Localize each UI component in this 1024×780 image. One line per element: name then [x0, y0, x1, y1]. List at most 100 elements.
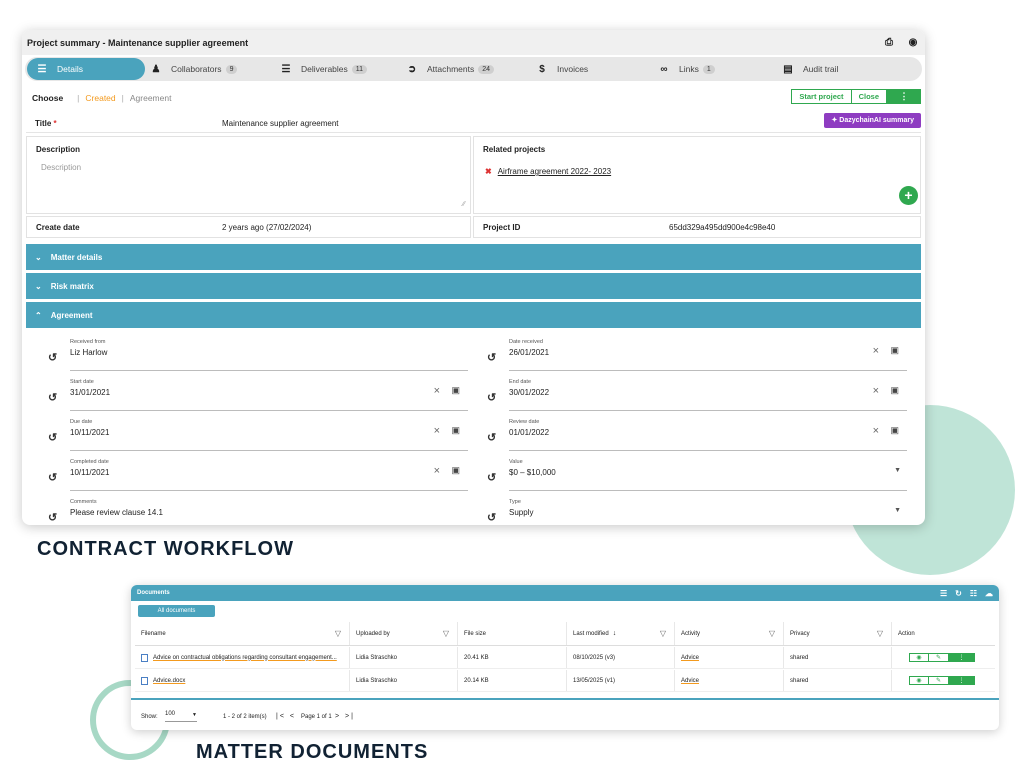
table-row[interactable]: Advice.docx Lidia Straschko 20.14 KB 13/…	[135, 670, 995, 692]
edit-pencil-icon[interactable]: ✎	[929, 676, 949, 685]
clear-icon[interactable]: ×	[434, 385, 440, 397]
calendar-icon[interactable]: ▣	[451, 425, 460, 436]
upload-icon[interactable]: ☁	[985, 589, 993, 598]
field-value[interactable]: Supply	[509, 508, 533, 517]
edit-icon[interactable]: ↺	[487, 511, 499, 524]
end-date-field[interactable]: ↺ End date 30/01/2022 × ▣	[487, 377, 907, 411]
edit-icon[interactable]: ↺	[48, 391, 60, 404]
calendar-icon[interactable]: ▣	[890, 425, 899, 436]
accordion-agreement[interactable]: ⌃ Agreement	[26, 302, 921, 328]
view-icon[interactable]: ◉	[909, 676, 929, 685]
filter-icon[interactable]: ▽	[769, 629, 775, 638]
close-button[interactable]: Close	[851, 89, 887, 104]
filter-icon[interactable]: ▽	[660, 629, 666, 638]
tab-invoices[interactable]: $ Invoices	[527, 58, 649, 80]
calendar-icon[interactable]: ▣	[451, 385, 460, 396]
clear-icon[interactable]: ×	[434, 465, 440, 477]
start-date-field[interactable]: ↺ Start date 31/01/2021 × ▣	[48, 377, 468, 411]
clear-icon[interactable]: ×	[873, 425, 879, 437]
add-related-project-button[interactable]: +	[899, 186, 918, 205]
edit-icon[interactable]: ↺	[487, 431, 499, 444]
field-value[interactable]: 26/01/2021	[509, 348, 549, 357]
edit-icon[interactable]: ↺	[48, 471, 60, 484]
filename-link[interactable]: Advice.docx	[153, 678, 185, 684]
field-value[interactable]: 10/11/2021	[70, 428, 109, 437]
all-documents-tab[interactable]: All documents	[138, 605, 215, 617]
field-value[interactable]: 01/01/2022	[509, 428, 549, 437]
start-project-button[interactable]: Start project	[791, 89, 852, 104]
column-last-modified[interactable]: Last modified ↓ ▽	[567, 622, 675, 645]
field-value[interactable]: 30/01/2022	[509, 388, 549, 397]
column-privacy[interactable]: Privacy ▽	[784, 622, 892, 645]
field-value[interactable]: Liz Harlow	[70, 348, 107, 357]
hierarchy-icon[interactable]: ☷	[970, 589, 977, 598]
printer-icon[interactable]: ⎙	[882, 37, 896, 49]
next-page-controls[interactable]: > >|	[335, 713, 355, 720]
comments-field[interactable]: ↺ Comments Please review clause 14.1	[48, 497, 468, 525]
filter-icon[interactable]: ▽	[443, 629, 449, 638]
description-textarea[interactable]: Description	[41, 163, 81, 172]
tab-attachments[interactable]: ➲ Attachments 24	[397, 58, 527, 80]
date-received-field[interactable]: ↺ Date received 26/01/2021 × ▣	[487, 337, 907, 371]
refresh-icon[interactable]: ↻	[955, 589, 962, 598]
field-value[interactable]: 10/11/2021	[70, 468, 109, 477]
edit-icon[interactable]: ↺	[48, 431, 60, 444]
view-icon[interactable]: ◉	[909, 653, 929, 662]
tab-details[interactable]: ☰ Details	[27, 58, 145, 80]
row-more-button[interactable]: ⋮	[949, 676, 975, 685]
edit-icon[interactable]: ↺	[487, 391, 499, 404]
edit-icon[interactable]: ↺	[487, 351, 499, 364]
edit-icon[interactable]: ↺	[48, 511, 60, 524]
received-from-field[interactable]: ↺ Received from Liz Harlow	[48, 337, 468, 371]
dropdown-arrow-icon[interactable]: ▼	[894, 467, 901, 474]
field-value[interactable]: 31/01/2021	[70, 388, 110, 397]
status-agreement[interactable]: Agreement	[130, 93, 172, 103]
accordion-matter-details[interactable]: ⌄ Matter details	[26, 244, 921, 270]
column-file-size[interactable]: File size	[458, 622, 567, 645]
clear-icon[interactable]: ×	[873, 345, 879, 357]
value-field[interactable]: ↺ Value $0 – $10,000 ▼	[487, 457, 907, 491]
tab-deliverables[interactable]: ☰ Deliverables 11	[271, 58, 397, 80]
related-project-link[interactable]: Airframe agreement 2022- 2023	[498, 167, 611, 176]
review-date-field[interactable]: ↺ Review date 01/01/2022 × ▣	[487, 417, 907, 451]
page-size-select[interactable]: 100 ▼	[165, 711, 197, 722]
title-input[interactable]: Maintenance supplier agreement	[222, 119, 339, 128]
calendar-icon[interactable]: ▣	[890, 345, 899, 356]
filename-cell[interactable]: Advice.docx	[135, 670, 350, 691]
filename-cell[interactable]: Advice on contractual obligations regard…	[135, 647, 350, 668]
column-uploaded-by[interactable]: Uploaded by ▽	[350, 622, 458, 645]
prev-page-controls[interactable]: |< <	[276, 713, 296, 720]
filter-icon[interactable]: ▽	[877, 629, 883, 638]
field-value[interactable]: $0 – $10,000	[509, 468, 556, 477]
completed-date-field[interactable]: ↺ Completed date 10/11/2021 × ▣	[48, 457, 468, 491]
remove-icon[interactable]: ✖	[485, 167, 492, 176]
filename-link[interactable]: Advice on contractual obligations regard…	[153, 655, 337, 661]
tab-collaborators[interactable]: ♟ Collaborators 9	[145, 58, 271, 80]
ai-summary-button[interactable]: ✦ DazychainAI summary	[824, 113, 921, 128]
tab-audit-trail[interactable]: ▤ Audit trail	[773, 58, 893, 80]
status-created[interactable]: Created	[85, 93, 115, 103]
resize-handle-icon[interactable]: ∕∕	[463, 201, 465, 208]
dropdown-arrow-icon[interactable]: ▼	[894, 507, 901, 514]
due-date-field[interactable]: ↺ Due date 10/11/2021 × ▣	[48, 417, 468, 451]
edit-pencil-icon[interactable]: ✎	[929, 653, 949, 662]
menu-icon[interactable]: ☰	[940, 589, 947, 598]
clear-icon[interactable]: ×	[873, 385, 879, 397]
field-value[interactable]: Please review clause 14.1	[70, 508, 163, 517]
column-filename[interactable]: Filename ▽	[135, 622, 350, 645]
row-more-button[interactable]: ⋮	[949, 653, 975, 662]
table-row[interactable]: Advice on contractual obligations regard…	[135, 647, 995, 669]
calendar-icon[interactable]: ▣	[890, 385, 899, 396]
more-menu-button[interactable]: ⋮	[887, 89, 921, 104]
tab-links[interactable]: ∞ Links 1	[649, 58, 773, 80]
clear-icon[interactable]: ×	[434, 425, 440, 437]
camera-icon[interactable]: ◉	[906, 37, 920, 49]
calendar-icon[interactable]: ▣	[451, 465, 460, 476]
column-activity[interactable]: Activity ▽	[675, 622, 784, 645]
sort-arrow-icon[interactable]: ↓	[613, 630, 617, 637]
accordion-risk-matrix[interactable]: ⌄ Risk matrix	[26, 273, 921, 299]
edit-icon[interactable]: ↺	[48, 351, 60, 364]
filter-icon[interactable]: ▽	[335, 629, 341, 638]
edit-icon[interactable]: ↺	[487, 471, 499, 484]
type-field[interactable]: ↺ Type Supply ▼	[487, 497, 907, 525]
